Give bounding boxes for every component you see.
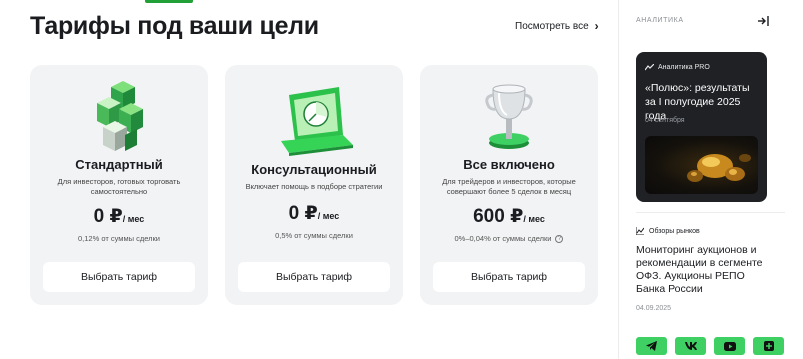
plus-icon[interactable] (753, 337, 784, 355)
gold-nuggets-image (645, 136, 758, 194)
social-links (636, 337, 784, 355)
analytics-pro-icon (645, 64, 654, 71)
price-amount: 0 ₽ (288, 203, 318, 224)
laptop-chart-icon (225, 79, 403, 159)
tariff-card-consulting: Консультационный Включает помощь в подбо… (225, 65, 403, 305)
fee-label: 0,12% от суммы сделки (78, 234, 160, 243)
review-title-link[interactable]: Мониторинг аукционов и рекомендации в се… (636, 244, 776, 296)
featured-date: 04 сентября (645, 117, 685, 124)
vk-icon[interactable] (675, 337, 706, 355)
cubes-icon (30, 79, 208, 159)
telegram-icon[interactable] (636, 337, 667, 355)
trophy-icon (420, 79, 598, 159)
chart-icon (636, 227, 644, 235)
tariff-name: Консультационный (251, 162, 377, 177)
review-date: 04.09.2025 (636, 305, 672, 312)
see-all-link[interactable]: Посмотреть все › (515, 19, 599, 33)
tariff-card-standard: Стандартный Для инвесторов, готовых торг… (30, 65, 208, 305)
price-period: / мес (122, 214, 145, 224)
tariffs-section: Тарифы под ваши цели Посмотреть все › Ст… (0, 0, 618, 359)
tariff-fee: 0,12% от суммы сделки (30, 234, 208, 243)
help-icon[interactable]: ? (555, 234, 564, 243)
tariff-name: Все включено (463, 157, 555, 172)
tariff-price: 0 ₽/ мес (225, 202, 403, 225)
choose-tariff-button[interactable]: Выбрать тариф (433, 262, 585, 292)
analytics-pro-label: Аналитика PRO (658, 64, 710, 71)
price-period: / мес (523, 214, 545, 224)
chevron-right-icon: › (594, 19, 599, 33)
youtube-icon[interactable] (714, 337, 745, 355)
tariff-description: Включает помощь в подборе стратегии (245, 182, 383, 191)
choose-tariff-button[interactable]: Выбрать тариф (238, 262, 390, 292)
tariff-name: Стандартный (75, 157, 163, 172)
tariff-card-all-inclusive: Все включено Для трейдеров и инвесторов,… (420, 65, 598, 305)
fee-label: 0,5% от суммы сделки (275, 231, 353, 240)
analytics-pro-tag: Аналитика PRO (645, 64, 710, 71)
tariff-description: Для инвесторов, готовых торговать самост… (57, 177, 181, 196)
tariff-fee: 0%–0,04% от суммы сделки ? (420, 234, 598, 243)
market-review-label: Обзоры рынков (649, 227, 700, 235)
tariff-fee: 0,5% от суммы сделки (225, 231, 403, 240)
analytics-sidebar: АНАЛИТИКА Аналитика PRO «Полюс»: результ… (619, 0, 803, 359)
page-title: Тарифы под ваши цели (30, 12, 319, 40)
section-divider (636, 212, 785, 213)
price-period: / мес (317, 211, 340, 221)
tariff-price: 600 ₽/ мес (420, 205, 598, 228)
price-amount: 0 ₽ (93, 206, 123, 227)
fee-label: 0%–0,04% от суммы сделки (454, 234, 552, 243)
price-amount: 600 ₽ (473, 206, 524, 227)
market-review-tag: Обзоры рынков (636, 227, 700, 235)
tariff-description: Для трейдеров и инвесторов, которые сове… (442, 177, 576, 196)
tariff-price: 0 ₽/ мес (30, 205, 208, 228)
choose-tariff-button[interactable]: Выбрать тариф (43, 262, 195, 292)
sidebar-header: АНАЛИТИКА (636, 17, 684, 24)
collapse-sidebar-icon[interactable] (756, 14, 770, 28)
featured-analytics-card[interactable]: Аналитика PRO «Полюс»: результаты за I п… (636, 52, 767, 202)
see-all-label: Посмотреть все (515, 20, 589, 32)
